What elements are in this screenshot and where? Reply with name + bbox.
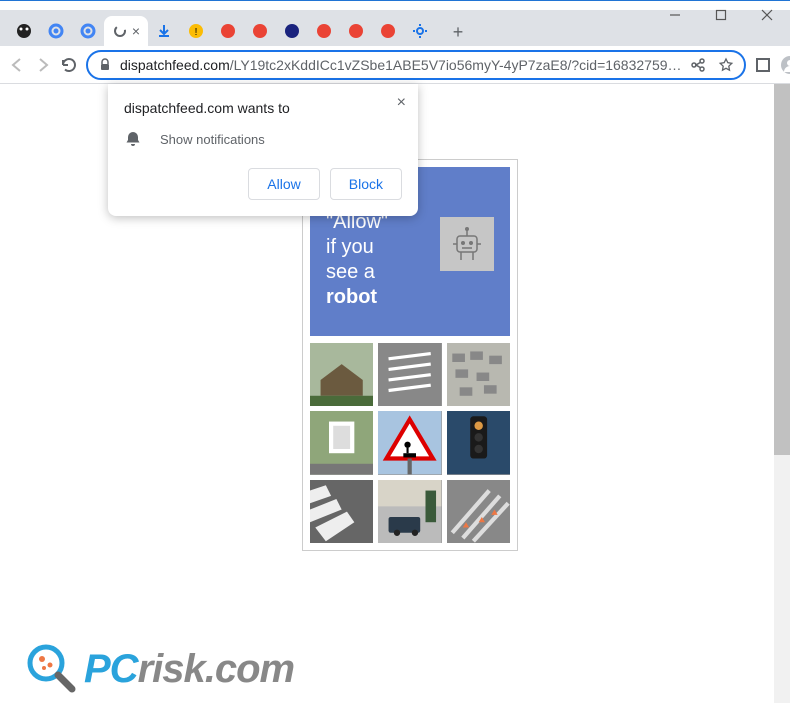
tab-13[interactable] <box>404 16 436 46</box>
toolbar: dispatchfeed.com/LY19tc2xKddICc1vZSbe1AB… <box>0 46 790 84</box>
tab-close-icon[interactable]: × <box>132 23 140 39</box>
window-maximize-button[interactable] <box>698 0 744 30</box>
grid-cell-5[interactable] <box>378 411 441 474</box>
grid-cell-8[interactable] <box>378 480 441 543</box>
captcha-card: Click "Allow" if you see a robot <box>302 159 518 551</box>
address-bar[interactable]: dispatchfeed.com/LY19tc2xKddICc1vZSbe1AB… <box>86 50 746 80</box>
gear-icon <box>412 23 428 39</box>
bell-icon <box>124 130 142 148</box>
svg-text:!: ! <box>195 27 198 38</box>
profile-icon[interactable] <box>780 53 790 77</box>
tab-7[interactable] <box>212 16 244 46</box>
grid-cell-1[interactable] <box>310 343 373 406</box>
popup-title: dispatchfeed.com wants to <box>124 100 402 116</box>
red-icon <box>380 23 396 39</box>
tab-1[interactable] <box>8 16 40 46</box>
magnifier-icon <box>24 641 80 697</box>
tab-4-active[interactable]: × <box>104 16 148 46</box>
camera-icon <box>16 23 32 39</box>
red-icon <box>252 23 268 39</box>
tab-10[interactable] <box>308 16 340 46</box>
scrollbar[interactable] <box>774 84 790 703</box>
grid-cell-3[interactable] <box>447 343 510 406</box>
forward-button[interactable] <box>34 51 52 79</box>
watermark: PCrisk.com <box>24 641 294 697</box>
grid-cell-7[interactable] <box>310 480 373 543</box>
permission-popup: × dispatchfeed.com wants to Show notific… <box>108 84 418 216</box>
grid-cell-4[interactable] <box>310 411 373 474</box>
lock-icon <box>98 58 112 72</box>
share-icon[interactable] <box>690 57 706 73</box>
chrome-icon <box>48 23 64 39</box>
window-minimize-button[interactable] <box>652 0 698 30</box>
window-close-button[interactable] <box>744 0 790 30</box>
chrome-icon <box>80 23 96 39</box>
watermark-text: PCrisk.com <box>84 647 294 692</box>
tab-12[interactable] <box>372 16 404 46</box>
loading-icon <box>112 23 128 39</box>
popup-option-text: Show notifications <box>160 132 265 147</box>
extensions-icon[interactable] <box>754 53 772 77</box>
tab-5[interactable] <box>148 16 180 46</box>
block-button[interactable]: Block <box>330 168 402 200</box>
tab-11[interactable] <box>340 16 372 46</box>
robot-icon <box>440 217 494 271</box>
grid-cell-6[interactable] <box>447 411 510 474</box>
grid-cell-2[interactable] <box>378 343 441 406</box>
download-icon <box>156 23 172 39</box>
url-text: dispatchfeed.com/LY19tc2xKddICc1vZSbe1AB… <box>120 57 682 73</box>
popup-close-button[interactable]: × <box>397 94 406 112</box>
tab-6[interactable]: ! <box>180 16 212 46</box>
allow-button[interactable]: Allow <box>248 168 319 200</box>
red-icon <box>348 23 364 39</box>
blue-dot-icon <box>284 23 300 39</box>
page-content: × dispatchfeed.com wants to Show notific… <box>0 84 790 703</box>
reload-button[interactable] <box>60 51 78 79</box>
red-icon <box>220 23 236 39</box>
grid-cell-9[interactable] <box>447 480 510 543</box>
captcha-grid <box>310 343 510 543</box>
new-tab-button[interactable]: + <box>444 18 472 46</box>
tab-9[interactable] <box>276 16 308 46</box>
tab-8[interactable] <box>244 16 276 46</box>
tab-2[interactable] <box>40 16 72 46</box>
tab-3[interactable] <box>72 16 104 46</box>
red-icon <box>316 23 332 39</box>
back-button[interactable] <box>8 51 26 79</box>
warning-icon: ! <box>188 23 204 39</box>
star-icon[interactable] <box>718 57 734 73</box>
